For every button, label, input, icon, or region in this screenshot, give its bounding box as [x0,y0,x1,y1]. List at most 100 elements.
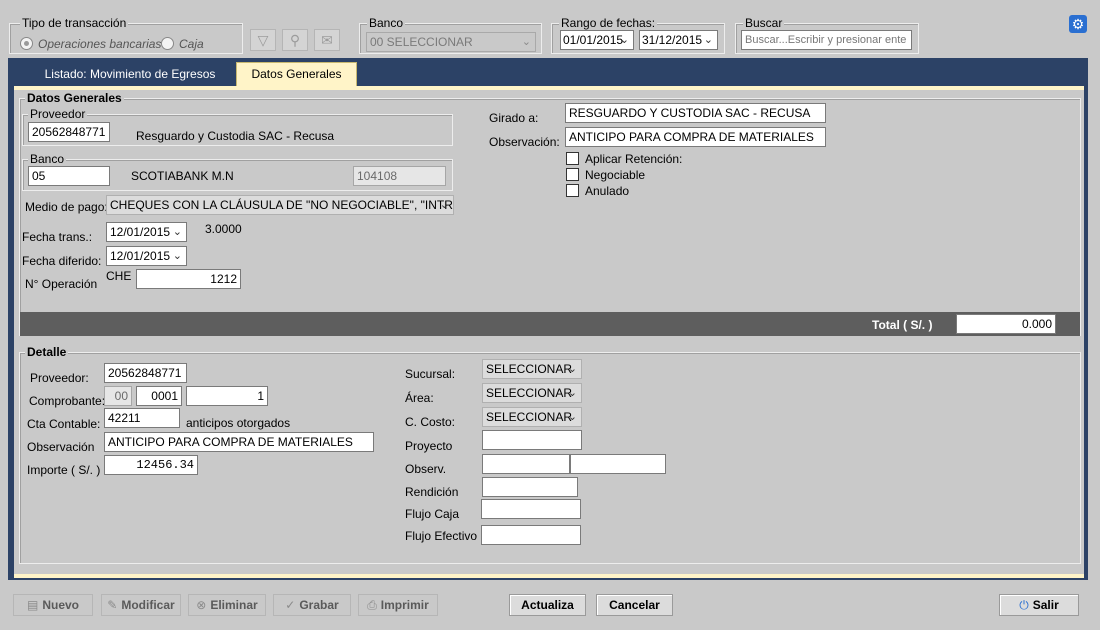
radio-operaciones-label: Operaciones bancarias [38,37,162,51]
tab-listado-label: Listado: Movimiento de Egresos [44,67,216,81]
banco-account-input: 104108 [353,166,446,186]
salir-label: Salir [1032,598,1059,612]
comp-serie-input[interactable]: 0001 [136,386,182,406]
banco-filter-title: Banco [367,16,406,30]
cta-contable-input[interactable]: 42211 [104,408,180,428]
date-to-picker[interactable]: 31/12/2015 ⌄ [639,30,718,50]
rendicion-label: Rendición [405,485,459,499]
cta-contable-desc: anticipos otorgados [186,416,291,430]
settings-gear-icon[interactable]: ⚙ [1069,15,1087,33]
medio-pago-select[interactable]: CHEQUES CON LA CLÁUSULA DE "NO NEGOCIABL… [106,195,454,215]
proveedor-title: Proveedor [28,107,88,121]
filter-icon[interactable]: ▽ [250,29,276,51]
datos-generales-title: Datos Generales [25,91,124,105]
search-input[interactable]: Buscar...Escribir y presionar ente [741,30,912,50]
fecha-trans-picker[interactable]: 12/01/2015 ⌄ [106,222,187,242]
chevron-down-icon: ⌄ [439,199,449,211]
imprimir-button[interactable]: ⎙ Imprimir [358,594,438,616]
medio-pago-label: Medio de pago: [25,200,108,214]
aplicar-retencion-checkbox[interactable] [566,152,579,165]
comp-numero-input[interactable]: 1 [186,386,268,406]
salir-button[interactable]: ⏻ Salir [999,594,1079,616]
banco-code-input[interactable]: 05 [28,166,110,186]
chevron-down-icon: ⌄ [521,36,531,48]
eliminar-button[interactable]: ⊗ Eliminar [188,594,266,616]
det-observacion-input[interactable]: ANTICIPO PARA COMPRA DE MATERIALES [104,432,374,452]
banco-name: SCOTIABANK M.N [131,169,234,183]
sucursal-select[interactable]: SELECCIONAR ⌄ [482,359,582,379]
nuevo-label: Nuevo [42,598,80,612]
rango-fechas-title: Rango de fechas: [559,16,658,30]
ccosto-select[interactable]: SELECCIONAR ⌄ [482,407,582,427]
chevron-down-icon: ⌄ [567,363,577,375]
window: { "filters": { "tipo_title": "Tipo de tr… [0,0,1100,630]
radio-caja-label: Caja [179,37,204,51]
export-icon[interactable]: ✉ [314,29,340,51]
anulado-checkbox[interactable] [566,184,579,197]
proyecto-label: Proyecto [405,439,453,453]
girado-label: Girado a: [489,111,539,125]
tab-datos-generales[interactable]: Datos Generales [236,62,357,87]
save-check-icon: ✓ [285,598,296,612]
radio-operaciones-bancarias[interactable] [20,37,33,50]
delete-icon: ⊗ [196,598,207,612]
tipo-transaccion-title: Tipo de transacción [20,16,129,30]
fecha-diferido-picker[interactable]: 12/01/2015 ⌄ [106,246,187,266]
proyecto-input[interactable] [482,430,582,450]
cancelar-button[interactable]: Cancelar [596,594,673,616]
ccosto-label: C. Costo: [405,415,456,429]
edit-icon: ✎ [107,598,118,612]
grabar-button[interactable]: ✓ Grabar [273,594,351,616]
detalle-title: Detalle [25,345,69,359]
modificar-button[interactable]: ✎ Modificar [101,594,181,616]
search-icon[interactable]: ⚲ [282,29,308,51]
banco-title: Banco [28,152,67,166]
flujo-caja-input[interactable] [481,499,581,519]
flujo-efectivo-input[interactable] [481,525,581,545]
chevron-down-icon: ⌄ [172,226,182,238]
operacion-prefix: CHE [106,269,132,283]
observ-input-1[interactable] [482,454,570,474]
sucursal-label: Sucursal: [405,367,456,381]
observ-label: Observ. [405,462,447,476]
rendicion-input[interactable] [482,477,578,497]
grabar-label: Grabar [299,598,339,612]
observacion-input[interactable]: ANTICIPO PARA COMPRA DE MATERIALES [565,127,826,147]
buscar-title: Buscar [743,16,785,30]
bottom-accent-line [14,574,1084,578]
negociable-checkbox[interactable] [566,168,579,181]
printer-icon: ⎙ [367,598,377,612]
observ-input-2[interactable] [570,454,666,474]
importe-label: Importe ( S/. ) [27,463,101,477]
girado-input[interactable]: RESGUARDO Y CUSTODIA SAC - RECUSA [565,103,826,123]
tab-listado[interactable]: Listado: Movimiento de Egresos [30,63,230,85]
flujo-efectivo-label: Flujo Efectivo [405,529,478,543]
cta-contable-label: Cta Contable: [27,417,101,431]
chevron-down-icon: ⌄ [619,34,629,46]
chevron-down-icon: ⌄ [172,250,182,262]
observacion-label: Observación: [489,135,560,149]
area-label: Área: [405,391,434,405]
imprimir-label: Imprimir [380,598,429,612]
radio-caja[interactable] [161,37,174,50]
actualiza-button[interactable]: Actualiza [509,594,586,616]
banco-filter-select[interactable]: 00 SELECCIONAR ⌄ [366,32,536,52]
nuevo-button[interactable]: ▤ Nuevo [13,594,93,616]
new-document-icon: ▤ [26,598,39,612]
tipo-cambio-value: 3.0000 [205,222,242,236]
negociable-label: Negociable [585,168,646,182]
aplicar-retencion-label: Aplicar Retención: [585,152,683,166]
det-observacion-label: Observación [27,440,95,454]
fecha-trans-label: Fecha trans.: [22,230,93,244]
area-select[interactable]: SELECCIONAR ⌄ [482,383,582,403]
proveedor-name: Resguardo y Custodia SAC - Recusa [136,129,335,143]
total-label: Total ( S/. ) [872,318,933,332]
date-from-picker[interactable]: 01/01/2015 ⌄ [560,30,634,50]
det-proveedor-input[interactable]: 20562848771 [104,363,187,383]
flujo-caja-label: Flujo Caja [405,507,460,521]
proveedor-code-input[interactable]: 20562848771 [28,122,110,142]
operacion-input[interactable]: 1212 [136,269,241,289]
importe-input[interactable]: 12456.34 [104,455,198,475]
eliminar-label: Eliminar [210,598,258,612]
chevron-down-icon: ⌄ [703,34,713,46]
